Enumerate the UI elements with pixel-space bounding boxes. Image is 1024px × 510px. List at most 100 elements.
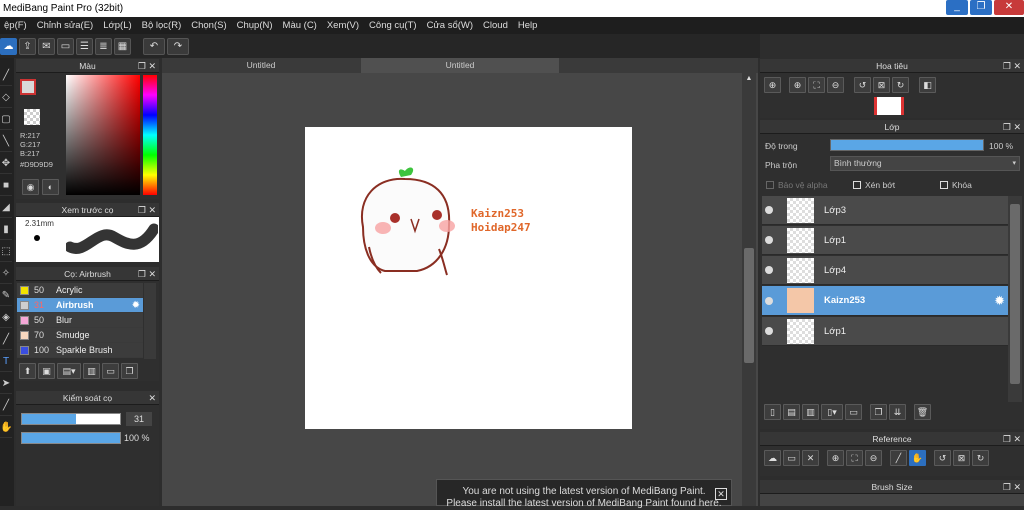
layer-folder-icon[interactable]: ▭ bbox=[845, 404, 862, 420]
eraser-tool-icon[interactable]: ◇ bbox=[0, 88, 12, 108]
page-list-icon[interactable]: ≣ bbox=[95, 37, 112, 55]
menu-file[interactable]: ệp(F) bbox=[0, 20, 33, 31]
protect-alpha-checkbox[interactable]: Bảo vệ alpha bbox=[766, 180, 828, 190]
menu-view[interactable]: Xem(V) bbox=[323, 20, 365, 31]
fit-icon[interactable]: ⛶ bbox=[808, 77, 825, 93]
layer-opacity-slider[interactable] bbox=[830, 139, 984, 151]
operation-icon[interactable]: ➤ bbox=[0, 374, 12, 394]
menu-snap[interactable]: Chụp(N) bbox=[233, 20, 279, 31]
flip-icon[interactable]: ◧ bbox=[919, 77, 936, 93]
menu-select[interactable]: Chọn(S) bbox=[187, 20, 232, 31]
zoom-in-alt-icon[interactable]: ⊕ bbox=[789, 77, 806, 93]
tab-untitled-1[interactable]: Untitled bbox=[162, 58, 360, 73]
saturation-value-picker[interactable] bbox=[66, 75, 140, 195]
brush-copy-icon[interactable]: ❐ bbox=[121, 363, 138, 379]
reset-icon[interactable]: ⊠ bbox=[873, 77, 890, 93]
reference-reset-icon[interactable]: ⊠ bbox=[953, 450, 970, 466]
layer-list-scrollbar[interactable] bbox=[1008, 196, 1022, 402]
maximize-button[interactable]: ❐ bbox=[970, 0, 992, 15]
magic-wand-icon[interactable]: ✧ bbox=[0, 264, 12, 284]
layer-row[interactable]: Lớp1 bbox=[762, 226, 1008, 255]
reference-zoom-in-icon[interactable]: ⊕ bbox=[827, 450, 844, 466]
hue-slider[interactable] bbox=[143, 75, 157, 195]
color-history-icon[interactable]: ◐ bbox=[42, 179, 59, 195]
cloud-icon[interactable]: ☁ bbox=[0, 37, 17, 55]
merge-layer-icon[interactable]: ⇊ bbox=[889, 404, 906, 420]
panel-close-icon[interactable]: ❐ ✕ bbox=[138, 203, 156, 217]
menu-cloud[interactable]: Cloud bbox=[479, 20, 514, 31]
rotate-left-icon[interactable]: ↺ bbox=[854, 77, 871, 93]
speech-bubble-icon[interactable]: ▭ bbox=[57, 37, 74, 55]
visibility-eye-icon[interactable] bbox=[765, 327, 773, 335]
brush-list-scrollbar[interactable] bbox=[144, 283, 156, 359]
layer-row[interactable]: Lớp3 bbox=[762, 196, 1008, 225]
minimize-button[interactable]: _ bbox=[946, 0, 968, 15]
panel-close-icon[interactable]: ❐ ✕ bbox=[1003, 120, 1021, 134]
reference-rotate-right-icon[interactable]: ↻ bbox=[972, 450, 989, 466]
reference-hand-icon[interactable]: ✋ bbox=[909, 450, 926, 466]
notice-close-icon[interactable]: ✕ bbox=[715, 488, 727, 500]
fill-rect-icon[interactable]: ■ bbox=[0, 176, 12, 196]
palette-icon[interactable]: ◉ bbox=[22, 179, 39, 195]
brush-folder-icon[interactable]: ▭ bbox=[102, 363, 119, 379]
visibility-eye-icon[interactable] bbox=[765, 236, 773, 244]
brush-new-dropdown-icon[interactable]: ▤▾ bbox=[57, 363, 81, 379]
zoom-in-icon[interactable]: ⊕ bbox=[764, 77, 781, 93]
panel-close-icon[interactable]: ❐ ✕ bbox=[138, 59, 156, 73]
pen-tool-icon[interactable]: ╱ bbox=[0, 66, 12, 86]
layer-settings-gear-icon[interactable]: ✹ bbox=[994, 293, 1005, 309]
rotate-right-icon[interactable]: ↻ bbox=[892, 77, 909, 93]
update-notice-line2[interactable]: Please install the latest version of Med… bbox=[437, 498, 731, 510]
panel-close-icon[interactable]: ❐ ✕ bbox=[1003, 480, 1021, 494]
brush-size-slider[interactable] bbox=[21, 413, 121, 425]
hand-icon[interactable]: ✋ bbox=[0, 418, 12, 438]
clip-checkbox[interactable]: Xén bớt bbox=[853, 180, 895, 190]
visibility-eye-icon[interactable] bbox=[765, 296, 773, 305]
panel-close-icon[interactable]: ❐ ✕ bbox=[1003, 432, 1021, 446]
tab-untitled-2[interactable]: Untitled bbox=[361, 58, 559, 73]
menu-tools[interactable]: Công cụ(T) bbox=[365, 20, 423, 31]
add-layer-dropdown-icon[interactable]: ▯▾ bbox=[821, 404, 843, 420]
redo-icon[interactable]: ↷ bbox=[167, 37, 189, 55]
comment-icon[interactable]: ✉ bbox=[38, 37, 55, 55]
layer-row[interactable]: Lớp1 bbox=[762, 317, 1008, 346]
reference-close-icon[interactable]: ✕ bbox=[802, 450, 819, 466]
undo-icon[interactable]: ↶ bbox=[143, 37, 165, 55]
layer-row-selected[interactable]: Kaizn253 ✹ bbox=[762, 286, 1008, 316]
navigator-thumbnail[interactable] bbox=[874, 97, 904, 115]
new-layer-icon[interactable]: ▯ bbox=[764, 404, 781, 420]
dropper-icon[interactable]: ╱ bbox=[0, 330, 12, 350]
upload-icon[interactable]: ⇪ bbox=[19, 37, 36, 55]
lock-checkbox[interactable]: Khóa bbox=[940, 180, 972, 190]
close-button[interactable]: ✕ bbox=[994, 0, 1024, 15]
panel-close-icon[interactable]: ✕ bbox=[148, 391, 156, 405]
panel-close-icon[interactable]: ❐ ✕ bbox=[138, 267, 156, 281]
menu-help[interactable]: Help bbox=[514, 20, 544, 31]
drawing-canvas[interactable]: Kaizn253 Hoidap247 bbox=[305, 127, 632, 429]
brush-item[interactable]: 100 Sparkle Brush bbox=[17, 343, 143, 358]
menu-window[interactable]: Cửa sổ(W) bbox=[423, 20, 479, 31]
brush-add-icon[interactable]: ⬆ bbox=[19, 363, 36, 379]
reference-rotate-left-icon[interactable]: ↺ bbox=[934, 450, 951, 466]
brush-item[interactable]: 50 Blur bbox=[17, 313, 143, 328]
reference-fit-icon[interactable]: ⛶ bbox=[846, 450, 863, 466]
select-eraser-icon[interactable]: ◈ bbox=[0, 308, 12, 328]
bucket-icon[interactable]: ◢ bbox=[0, 198, 12, 218]
brush-settings-gear-icon[interactable]: ✹ bbox=[132, 300, 140, 311]
brush-group-icon[interactable]: ▣ bbox=[38, 363, 55, 379]
zoom-out-icon[interactable]: ⊖ bbox=[827, 77, 844, 93]
move-tool-icon[interactable]: ✥ bbox=[0, 154, 12, 174]
text-tool-icon[interactable]: T bbox=[0, 352, 12, 372]
reference-dropper-icon[interactable]: ╱ bbox=[890, 450, 907, 466]
duplicate-layer-icon[interactable]: ❐ bbox=[870, 404, 887, 420]
visibility-eye-icon[interactable] bbox=[765, 266, 773, 274]
delete-layer-icon[interactable]: 🗑 bbox=[914, 404, 931, 420]
visibility-eye-icon[interactable] bbox=[765, 206, 773, 214]
brush-item[interactable]: 70 Smudge bbox=[17, 328, 143, 343]
reference-zoom-out-icon[interactable]: ⊖ bbox=[865, 450, 882, 466]
gradient-icon[interactable]: ▮ bbox=[0, 220, 12, 240]
menu-edit[interactable]: Chỉnh sửa(E) bbox=[33, 20, 100, 31]
lasso-icon[interactable]: ⬚ bbox=[0, 242, 12, 262]
menu-color[interactable]: Màu (C) bbox=[279, 20, 323, 31]
brush-size-value[interactable]: 31 bbox=[126, 412, 152, 426]
